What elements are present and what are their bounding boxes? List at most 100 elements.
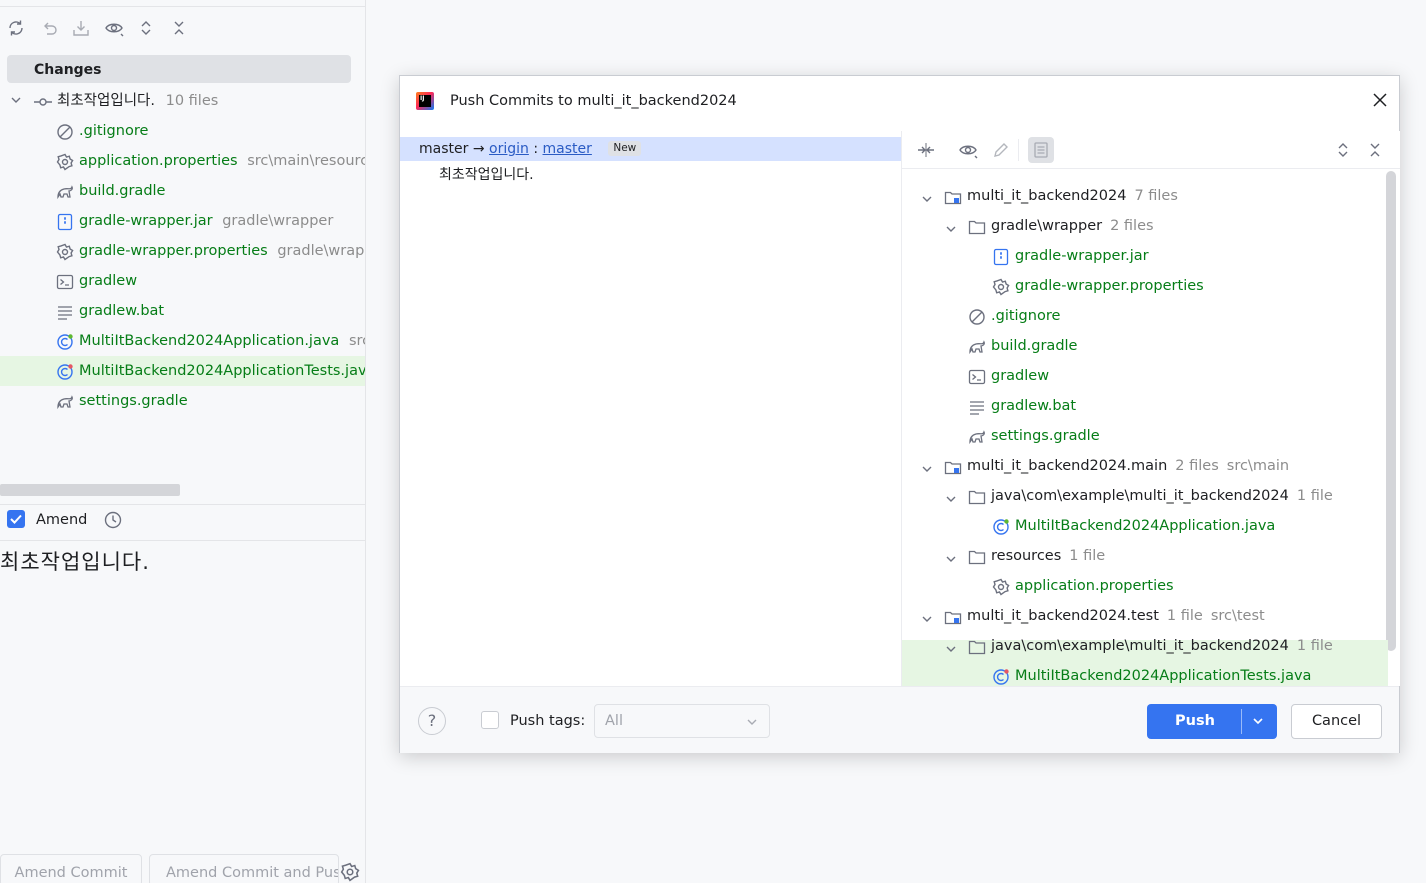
- spring-class-icon: [992, 517, 1010, 535]
- tree-file-row[interactable]: MultiItBackend2024ApplicationTests.java: [968, 661, 1311, 686]
- collapse-all-icon[interactable]: [169, 18, 189, 38]
- file-path: gradle\wrappe: [277, 243, 365, 259]
- expand-all-icon[interactable]: [1333, 140, 1353, 160]
- tree-file-row[interactable]: build.gradle: [944, 331, 1077, 361]
- push-tags-checkbox[interactable]: [481, 711, 499, 729]
- dialog-footer: ? Push tags: All Push Cancel: [400, 686, 1399, 753]
- tree-module-row[interactable]: multi_it_backend2024.main 2 files src\main: [920, 451, 1289, 481]
- file-name: gradlew: [79, 273, 138, 289]
- tree-file-row[interactable]: gradle-wrapper.jar: [968, 241, 1149, 271]
- test-class-icon: [56, 362, 74, 380]
- rollback-icon[interactable]: [39, 18, 59, 38]
- tree-folder-row[interactable]: java\com\example\multi_it_backend2024 1 f…: [944, 631, 1333, 661]
- push-button[interactable]: Push: [1147, 704, 1277, 739]
- remote-link[interactable]: origin: [489, 141, 529, 157]
- file-name: .gitignore: [79, 123, 149, 139]
- show-diff-icon[interactable]: [104, 18, 124, 38]
- close-icon[interactable]: [1370, 90, 1390, 110]
- chevron-down-icon[interactable]: [944, 487, 958, 505]
- chevron-down-icon[interactable]: [920, 607, 934, 625]
- commit-panel: Changes 최초작업입니다. 10 files .gitignore app…: [0, 0, 366, 883]
- vertical-scrollbar[interactable]: [1386, 171, 1396, 651]
- push-split-divider: [1241, 709, 1242, 734]
- branch-arrow: →: [472, 141, 485, 157]
- file-row[interactable]: settings.gradle: [56, 386, 188, 416]
- commit-options-gear-icon[interactable]: [340, 862, 360, 882]
- tree-file-row[interactable]: gradle-wrapper.properties: [968, 271, 1204, 301]
- tree-folder-row[interactable]: gradle\wrapper 2 files: [944, 211, 1154, 241]
- chevron-down-icon[interactable]: [9, 93, 23, 107]
- settings-file-icon: [992, 577, 1010, 596]
- file-row[interactable]: build.gradle: [56, 176, 165, 206]
- test-class-icon: [992, 667, 1010, 685]
- file-name: MultiItBackend2024ApplicationTests.java: [79, 363, 366, 379]
- tree-file-row[interactable]: settings.gradle: [944, 421, 1100, 451]
- file-row[interactable]: application.properties src\main\resource: [56, 146, 365, 176]
- shelve-icon[interactable]: [71, 18, 91, 38]
- shell-script-icon: [56, 272, 74, 290]
- group-by-icon[interactable]: [1028, 137, 1054, 163]
- tree-meta: 1 file: [1069, 548, 1106, 564]
- tree-label: gradle\wrapper: [991, 218, 1103, 234]
- tree-module-row[interactable]: multi_it_backend2024 7 files: [920, 181, 1178, 211]
- tree-folder-row[interactable]: java\com\example\multi_it_backend2024 1 f…: [944, 481, 1333, 511]
- tree-file-row[interactable]: MultiItBackend2024Application.java: [968, 511, 1275, 541]
- horizontal-scrollbar[interactable]: [0, 484, 180, 496]
- gradle-icon: [968, 337, 986, 355]
- folder-icon: [968, 547, 986, 565]
- collapse-horizontal-icon[interactable]: [916, 140, 936, 160]
- amend-commit-and-push-button[interactable]: Amend Commit and Pus: [149, 854, 339, 883]
- chevron-down-icon[interactable]: [920, 187, 934, 205]
- history-icon[interactable]: [103, 510, 123, 530]
- amend-commit-button[interactable]: Amend Commit: [0, 854, 142, 883]
- tree-file-row[interactable]: gradlew.bat: [944, 391, 1076, 421]
- text-file-icon: [56, 302, 74, 320]
- tree-module-row[interactable]: multi_it_backend2024.test 1 file src\test: [920, 601, 1265, 631]
- file-row[interactable]: gradle-wrapper.properties gradle\wrappe: [56, 236, 365, 266]
- changes-group-header[interactable]: Changes: [7, 55, 351, 83]
- file-name: gradlew.bat: [79, 303, 165, 319]
- commits-pane: master → origin : master New 최초작업입니다.: [400, 137, 901, 686]
- tree-file-row[interactable]: gradlew: [944, 361, 1049, 391]
- text-file-icon: [968, 397, 986, 415]
- tree-meta: 2 files: [1175, 458, 1219, 474]
- folder-icon: [968, 487, 986, 505]
- chevron-down-icon[interactable]: [944, 637, 958, 655]
- tree-folder-row[interactable]: resources 1 file: [944, 541, 1105, 571]
- cancel-button[interactable]: Cancel: [1291, 704, 1382, 739]
- tree-label: build.gradle: [991, 338, 1078, 354]
- file-name: gradle-wrapper.properties: [79, 243, 268, 259]
- branch-row[interactable]: master → origin : master New: [400, 137, 901, 161]
- help-button[interactable]: ?: [418, 707, 446, 735]
- collapse-all-icon[interactable]: [1365, 140, 1385, 160]
- tree-file-row[interactable]: .gitignore: [944, 301, 1060, 331]
- toolbar-separator: [1018, 139, 1019, 161]
- show-diff-icon[interactable]: [958, 140, 978, 160]
- commit-node[interactable]: 최초작업입니다. 10 files: [34, 86, 218, 116]
- settings-file-icon: [992, 277, 1010, 296]
- amend-checkbox[interactable]: [7, 510, 25, 528]
- tree-label: java\com\example\multi_it_backend2024: [991, 638, 1289, 654]
- file-row[interactable]: MultiItBackend2024Application.java src\n: [56, 326, 365, 356]
- file-row[interactable]: .gitignore: [56, 116, 148, 146]
- chevron-down-icon[interactable]: [944, 547, 958, 565]
- spring-class-icon: [56, 332, 74, 350]
- chevron-down-icon[interactable]: [944, 217, 958, 235]
- file-row[interactable]: gradlew: [56, 266, 137, 296]
- expand-all-icon[interactable]: [136, 18, 156, 38]
- refresh-icon[interactable]: [6, 18, 26, 38]
- tree-label: resources: [991, 548, 1062, 564]
- file-row[interactable]: gradlew.bat: [56, 296, 164, 326]
- commit-node-label: 최초작업입니다.: [57, 93, 155, 109]
- push-options-chevron-icon[interactable]: [1251, 714, 1265, 728]
- file-row[interactable]: gradle-wrapper.jar gradle\wrapper: [56, 206, 333, 236]
- tree-file-row[interactable]: application.properties: [968, 571, 1174, 601]
- commit-message-input[interactable]: 최초작업입니다.: [0, 546, 150, 576]
- push-tags-select[interactable]: All: [594, 704, 770, 738]
- edit-icon[interactable]: [991, 140, 1011, 160]
- file-row-selected[interactable]: MultiItBackend2024ApplicationTests.java …: [56, 356, 366, 386]
- tree-meta: 2 files: [1110, 218, 1154, 234]
- commit-row[interactable]: 최초작업입니다.: [439, 164, 534, 184]
- remote-branch-link[interactable]: master: [543, 141, 592, 157]
- chevron-down-icon[interactable]: [920, 457, 934, 475]
